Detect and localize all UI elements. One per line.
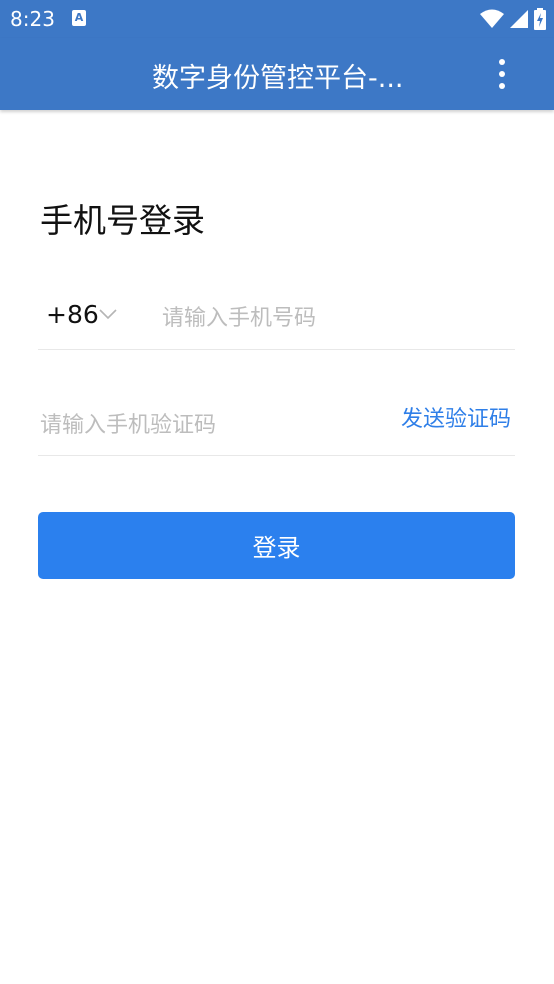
phone-number-input[interactable] <box>162 298 502 338</box>
cell-signal-icon <box>510 10 528 28</box>
status-icons <box>480 8 546 30</box>
more-vert-icon[interactable] <box>490 56 514 92</box>
app-bar: 数字身份管控平台-... <box>0 38 554 110</box>
app-title: 数字身份管控平台-... <box>152 63 404 94</box>
status-time: 8:23 <box>10 7 55 31</box>
battery-charging-icon <box>534 8 546 30</box>
status-bar: 8:23 A <box>0 0 554 38</box>
notification-a-letter-icon: A <box>72 10 86 26</box>
login-button[interactable]: 登录 <box>38 512 515 579</box>
verification-code-row: 发送验证码 <box>38 395 515 456</box>
phone-number-row: +86 <box>38 290 515 350</box>
verification-code-input[interactable] <box>40 405 340 445</box>
page-title: 手机号登录 <box>40 201 205 240</box>
chevron-down-icon[interactable] <box>98 304 118 324</box>
send-code-button[interactable]: 发送验证码 <box>401 401 511 433</box>
wifi-icon <box>480 9 504 28</box>
country-code-selector[interactable]: +86 <box>46 300 99 329</box>
